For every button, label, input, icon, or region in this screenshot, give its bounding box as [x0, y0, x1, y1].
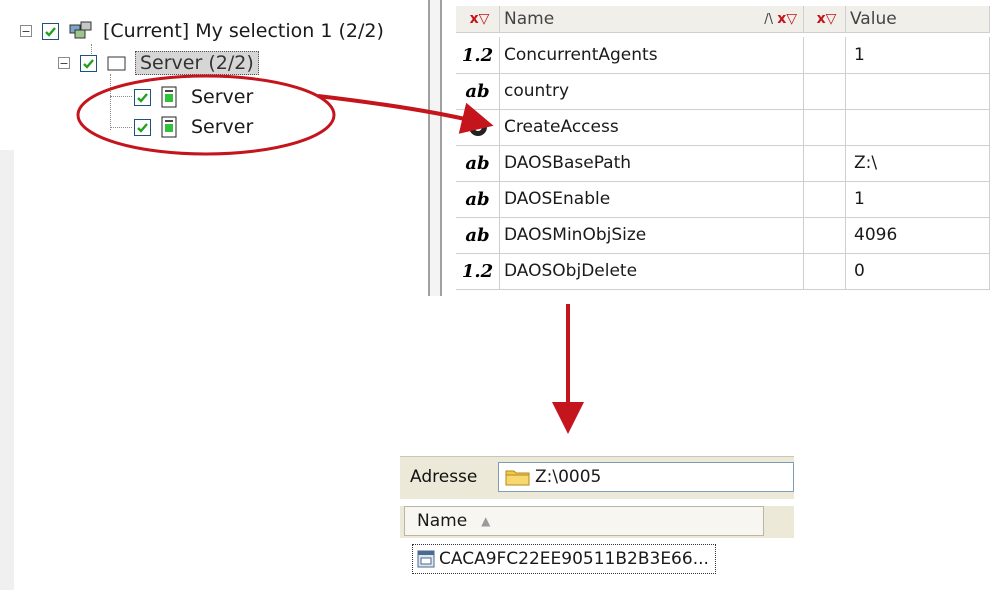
property-value[interactable]: Z:\	[846, 145, 990, 181]
property-flag-cell	[804, 145, 846, 181]
property-flag-cell	[804, 109, 846, 145]
selection-tree: − [Current] My selection 1 (2/2) − Serve…	[0, 0, 420, 170]
property-row[interactable]: CreateAccess	[456, 109, 990, 146]
property-row[interactable]: ab DAOSBasePath Z:\	[456, 145, 990, 182]
server-icon	[161, 116, 177, 138]
property-value[interactable]: 4096	[846, 217, 990, 253]
property-name: CreateAccess	[500, 109, 804, 145]
file-item[interactable]: CACA9FC22EE90511B2B3E66...	[412, 544, 716, 574]
tree-connector	[110, 74, 111, 130]
file-icon	[417, 550, 435, 568]
filter-type-icon[interactable]: x▽	[456, 6, 500, 32]
checkbox-group[interactable]	[80, 54, 97, 72]
property-name: DAOSMinObjSize	[500, 217, 804, 253]
selection-icon	[69, 20, 93, 42]
tree-connector	[110, 127, 132, 128]
tree-node-root[interactable]: − [Current] My selection 1 (2/2)	[20, 18, 384, 44]
file-list-header: Name ▲	[400, 506, 794, 538]
property-row[interactable]: 1.2 ConcurrentAgents 1	[456, 37, 990, 74]
tree-group-label: Server (2/2)	[135, 51, 259, 75]
folder-icon	[505, 467, 531, 487]
access-icon	[456, 109, 500, 145]
property-flag-cell	[804, 73, 846, 109]
tree-server-label: Server	[191, 116, 254, 138]
column-name-label: Name	[417, 511, 468, 531]
property-row[interactable]: ab DAOSMinObjSize 4096	[456, 217, 990, 254]
checkbox-server-2[interactable]	[134, 118, 151, 136]
property-row[interactable]: 1.2 DAOSObjDelete 0	[456, 253, 990, 290]
text-type-icon: ab	[456, 73, 500, 109]
text-type-icon: ab	[456, 181, 500, 217]
tree-node-group[interactable]: − Server (2/2)	[58, 50, 259, 76]
text-type-icon: ab	[456, 145, 500, 181]
address-value: Z:\0005	[535, 467, 602, 487]
property-value[interactable]: 0	[846, 253, 990, 289]
text-type-icon: ab	[456, 217, 500, 253]
splitter[interactable]	[428, 0, 442, 296]
property-row[interactable]: ab country	[456, 73, 990, 110]
tree-node-server-1[interactable]: Server	[134, 84, 253, 110]
checkbox-server-1[interactable]	[134, 88, 151, 106]
left-panel-edge	[0, 150, 14, 590]
address-label: Adresse	[410, 467, 478, 487]
filter-flag-icon[interactable]: x▽	[804, 6, 846, 32]
column-value-label: Value	[850, 9, 897, 29]
property-value[interactable]: 1	[846, 37, 990, 73]
property-value[interactable]	[846, 109, 990, 145]
property-name: country	[500, 73, 804, 109]
tree-node-server-2[interactable]: Server	[134, 114, 253, 140]
property-name: DAOSObjDelete	[500, 253, 804, 289]
property-name: ConcurrentAgents	[500, 37, 804, 73]
property-flag-cell	[804, 181, 846, 217]
property-flag-cell	[804, 37, 846, 73]
property-name: DAOSBasePath	[500, 145, 804, 181]
property-flag-cell	[804, 253, 846, 289]
folder-icon	[107, 54, 127, 72]
column-name-header[interactable]: Name ▲	[404, 506, 764, 536]
sort-filter-icon[interactable]: /\ x▽	[764, 11, 797, 27]
tree-root-label: [Current] My selection 1 (2/2)	[103, 20, 384, 42]
file-list: CACA9FC22EE90511B2B3E66...	[400, 538, 794, 586]
file-name: CACA9FC22EE90511B2B3E66...	[439, 549, 709, 569]
collapse-icon[interactable]: −	[20, 25, 32, 37]
address-bar: Adresse Z:\0005	[400, 456, 794, 499]
number-type-icon: 1.2	[456, 37, 500, 73]
property-name: DAOSEnable	[500, 181, 804, 217]
property-value[interactable]	[846, 73, 990, 109]
property-row[interactable]: ab DAOSEnable 1	[456, 181, 990, 218]
tree-server-label: Server	[191, 86, 254, 108]
tree-connector	[110, 96, 132, 97]
sort-ascending-icon: ▲	[481, 514, 491, 528]
column-value-header[interactable]: Value	[846, 6, 990, 32]
property-value[interactable]: 1	[846, 181, 990, 217]
collapse-icon[interactable]: −	[58, 57, 70, 69]
address-field[interactable]: Z:\0005	[498, 462, 794, 492]
column-name-label: Name	[504, 9, 555, 29]
number-type-icon: 1.2	[456, 253, 500, 289]
grid-header: x▽ Name /\ x▽ x▽ Value	[456, 6, 990, 33]
checkbox-root[interactable]	[42, 22, 59, 40]
property-flag-cell	[804, 217, 846, 253]
server-icon	[161, 86, 177, 108]
column-name-header[interactable]: Name /\ x▽	[500, 6, 804, 32]
